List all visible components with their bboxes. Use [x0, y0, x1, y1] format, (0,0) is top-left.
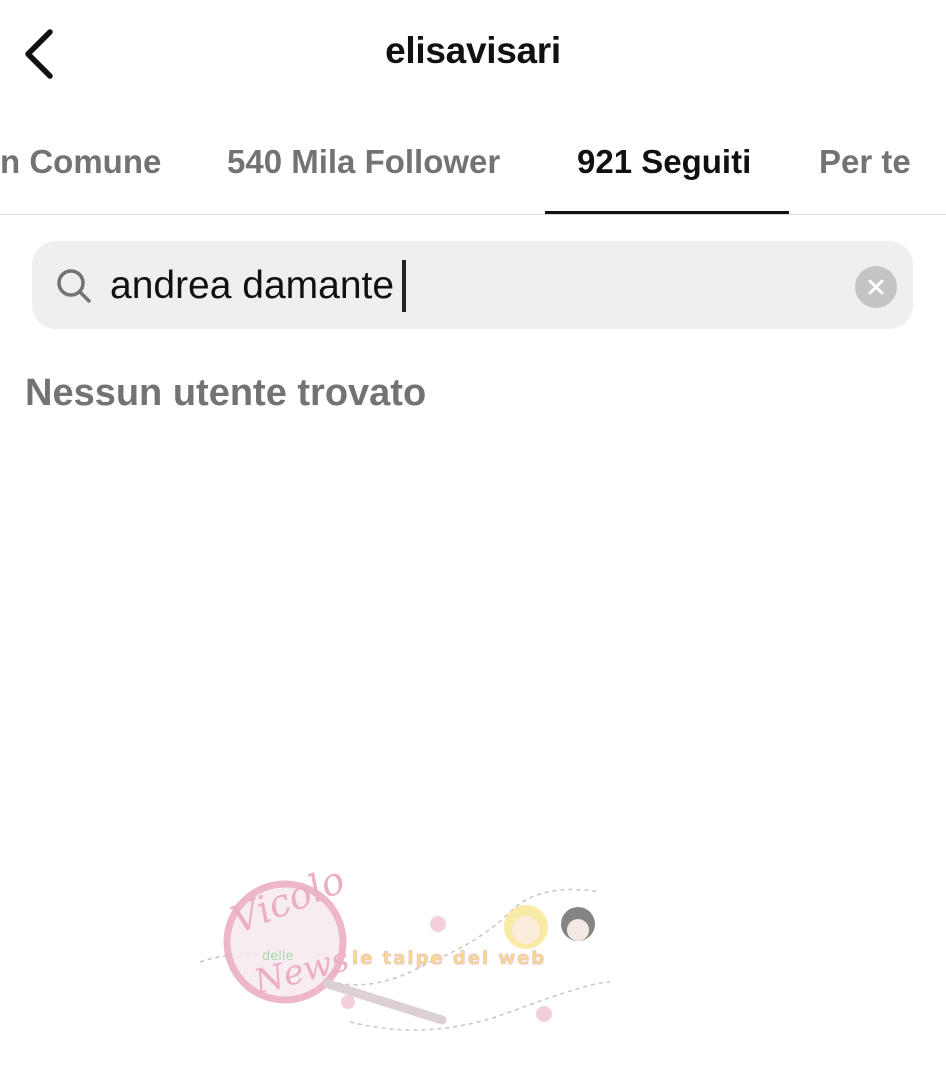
tab-for-you[interactable]: Per te: [819, 112, 911, 212]
active-tab-indicator: [545, 211, 789, 214]
no-results-message: Nessun utente trovato: [25, 372, 427, 414]
search-query: andrea damante: [110, 264, 395, 307]
top-bar: elisavisari: [0, 0, 946, 110]
watermark-logo: Vicolo delle News le talpe del web: [199, 872, 611, 1031]
tab-in-comune[interactable]: n Comune: [0, 112, 161, 212]
search-icon: [57, 269, 91, 303]
page-title: elisavisari: [385, 30, 561, 71]
clear-search-button[interactable]: [855, 266, 897, 308]
text-caret: [402, 260, 407, 312]
search-field-text[interactable]: andrea damante: [110, 258, 407, 314]
tab-followers[interactable]: 540 Mila Follower: [227, 112, 500, 212]
svg-text:le talpe del web: le talpe del web: [352, 948, 546, 969]
tab-following[interactable]: 921 Seguiti: [577, 112, 751, 212]
clear-circle-icon: [868, 279, 884, 295]
tab-bar: n Comune 540 Mila Follower 921 Seguiti P…: [0, 112, 946, 215]
